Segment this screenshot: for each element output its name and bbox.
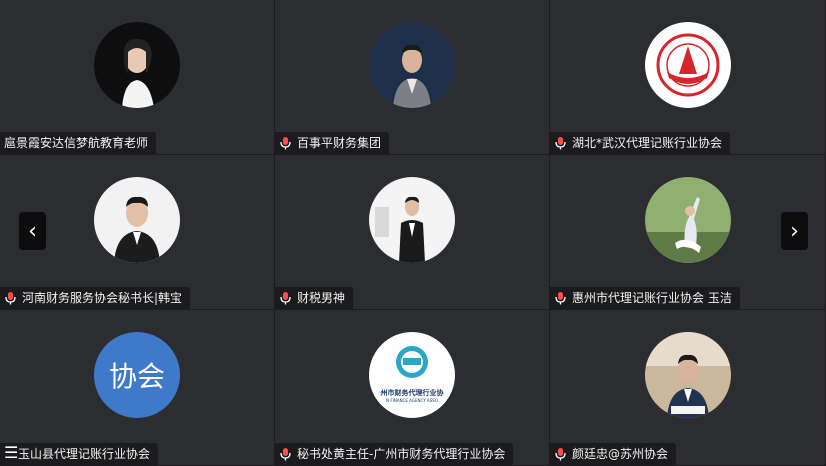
- participant-tile[interactable]: 百事平财务集团: [275, 0, 550, 155]
- participant-name-tag: 惠州市代理记账行业协会 玉洁: [550, 287, 740, 309]
- avatar: [369, 177, 455, 263]
- participant-name: 扈景霞安达信梦航教育老师: [4, 136, 149, 150]
- microphone-icon: [5, 292, 16, 305]
- participant-name: 惠州市代理记账行业协会 玉洁: [572, 291, 732, 305]
- participant-name-tag: 颜廷忠@苏州协会: [550, 443, 677, 465]
- participant-tile[interactable]: 颜廷忠@苏州协会: [550, 310, 826, 466]
- previous-page-button[interactable]: ‹: [19, 212, 46, 250]
- participant-name-tag: 湖北*武汉代理记账行业协会: [550, 132, 731, 154]
- avatar: [644, 177, 731, 263]
- participant-name-tag: 河南财务服务协会秘书长|韩宝: [0, 287, 191, 309]
- participant-name: 湖北*武汉代理记账行业协会: [572, 136, 723, 150]
- participant-name: 秘书处黄主任-广州市财务代理行业协会: [297, 447, 506, 461]
- chevron-left-icon: ‹: [28, 218, 37, 244]
- microphone-icon: [280, 292, 291, 305]
- participant-name: 百事平财务集团: [297, 136, 382, 150]
- participant-name: 玉山县代理记账行业协会: [18, 447, 151, 461]
- menu-button[interactable]: ☰: [4, 445, 24, 461]
- participant-tile[interactable]: 湖北*武汉代理记账行业协会: [550, 0, 826, 155]
- avatar-text: 协会: [108, 360, 165, 393]
- logo-subtext: N FINANCE AGENCY ASSO: [386, 398, 438, 403]
- avatar: [94, 22, 180, 108]
- microphone-icon: [555, 292, 566, 305]
- participant-name: 颜廷忠@苏州协会: [572, 447, 669, 461]
- participant-tile[interactable]: 扈景霞安达信梦航教育老师: [0, 0, 275, 155]
- avatar: [369, 22, 455, 108]
- participant-tile[interactable]: 协会 玉山县代理记账行业协会: [0, 310, 275, 466]
- avatar: [94, 177, 180, 263]
- microphone-icon: [280, 137, 291, 150]
- logo-text: 州市财务代理行业协: [380, 389, 444, 397]
- participant-name: 河南财务服务协会秘书长|韩宝: [22, 291, 183, 305]
- chevron-right-icon: ›: [790, 218, 799, 244]
- next-page-button[interactable]: ›: [781, 212, 808, 250]
- participant-name-tag: 扈景霞安达信梦航教育老师: [0, 132, 157, 154]
- participant-name-tag: 百事平财务集团: [275, 132, 390, 154]
- avatar: 协会: [94, 332, 180, 418]
- microphone-icon: [555, 137, 566, 150]
- avatar: [644, 332, 731, 418]
- participant-tile[interactable]: 州市财务代理行业协 N FINANCE AGENCY ASSO 秘书处黄主任-广…: [275, 310, 550, 466]
- participant-name-tag: 秘书处黄主任-广州市财务代理行业协会: [275, 443, 514, 465]
- microphone-icon: [280, 448, 291, 461]
- participant-name: 财税男神: [297, 291, 346, 305]
- participant-name-tag: 财税男神: [275, 287, 354, 309]
- avatar: [644, 22, 731, 108]
- avatar: 州市财务代理行业协 N FINANCE AGENCY ASSO: [369, 332, 455, 418]
- microphone-icon: [555, 448, 566, 461]
- participant-tile[interactable]: 财税男神: [275, 155, 550, 310]
- participant-grid: 扈景霞安达信梦航教育老师 百事平财务集团 湖北*武汉代理记账行业协会 河南财务服…: [0, 0, 826, 466]
- menu-icon: ☰: [4, 443, 19, 462]
